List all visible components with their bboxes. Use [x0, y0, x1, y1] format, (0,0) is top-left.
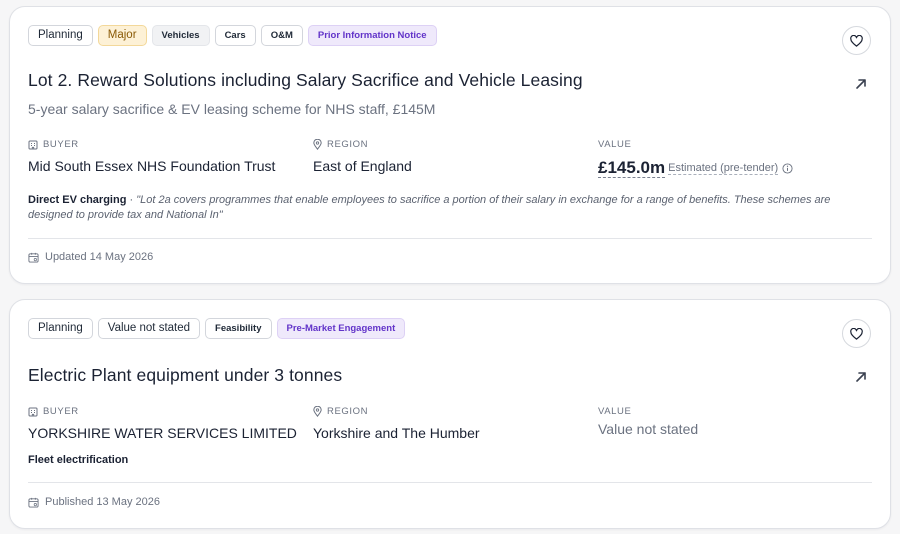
match-context: Direct EV charging · "Lot 2a covers prog…	[28, 193, 878, 223]
map-pin-icon	[313, 139, 322, 150]
card-footer: Updated 14 May 2026	[28, 251, 153, 263]
value-label: VALUE	[598, 139, 632, 150]
buyer-name: YORKSHIRE WATER SERVICES LIMITED	[28, 425, 297, 441]
favourite-button[interactable]	[842, 319, 871, 348]
calendar-icon	[28, 497, 39, 508]
heart-icon	[850, 327, 863, 340]
region-name: Yorkshire and The Humber	[313, 425, 480, 441]
card-divider	[28, 238, 872, 239]
category-tag: Vehicles	[151, 25, 210, 46]
open-link-button[interactable]	[854, 77, 868, 91]
context-separator: ·	[126, 194, 137, 206]
tender-card[interactable]: Planning Major Vehicles Cars O&M Prior I…	[9, 6, 891, 284]
region-label: REGION	[313, 139, 368, 150]
building-icon	[28, 140, 38, 149]
info-icon[interactable]	[782, 163, 793, 174]
map-pin-icon	[313, 406, 322, 417]
match-context: Fleet electrification	[28, 454, 129, 466]
heart-icon	[850, 34, 863, 47]
notice-type-tag: Pre-Market Engagement	[276, 318, 406, 339]
contract-value: Value not stated	[598, 421, 699, 437]
context-quote: "Lot 2a covers programmes that enable em…	[28, 194, 831, 221]
open-link-button[interactable]	[854, 370, 868, 384]
size-tag: Major	[97, 25, 147, 46]
buyer-name: Mid South Essex NHS Foundation Trust	[28, 158, 276, 174]
tender-subtitle: 5-year salary sacrifice & EV leasing sch…	[28, 101, 436, 117]
stage-tag: Planning	[28, 25, 93, 46]
context-label: Direct EV charging	[28, 194, 127, 206]
building-icon	[28, 407, 38, 416]
card-divider	[28, 482, 872, 483]
category-tag: Feasibility	[205, 318, 272, 339]
category-tag: Cars	[214, 25, 256, 46]
value-estimate-note[interactable]: Estimated (pre-tender)	[668, 162, 779, 175]
value-block: £145.0m Estimated (pre-tender)	[598, 159, 793, 178]
arrow-up-right-icon	[856, 372, 866, 382]
updated-date: Updated 14 May 2026	[45, 251, 154, 263]
favourite-button[interactable]	[842, 26, 871, 55]
stage-tag: Planning	[28, 318, 93, 339]
tender-title[interactable]: Lot 2. Reward Solutions including Salary…	[28, 70, 583, 91]
value-tag: Value not stated	[97, 318, 201, 339]
category-tag: O&M	[260, 25, 303, 46]
contract-value[interactable]: £145.0m	[598, 159, 666, 178]
value-label: VALUE	[598, 406, 632, 417]
notice-type-tag: Prior Information Notice	[307, 25, 437, 46]
card-footer: Published 13 May 2026	[28, 496, 160, 508]
calendar-icon	[28, 252, 39, 263]
buyer-label: BUYER	[28, 406, 79, 417]
tag-list: Planning Major Vehicles Cars O&M Prior I…	[28, 25, 437, 46]
region-name: East of England	[313, 158, 412, 174]
tender-title[interactable]: Electric Plant equipment under 3 tonnes	[28, 365, 342, 386]
tender-card[interactable]: Planning Value not stated Feasibility Pr…	[9, 299, 891, 529]
buyer-label: BUYER	[28, 139, 79, 150]
arrow-up-right-icon	[856, 79, 866, 89]
tag-list: Planning Value not stated Feasibility Pr…	[28, 318, 406, 339]
region-label: REGION	[313, 406, 368, 417]
published-date: Published 13 May 2026	[45, 496, 160, 508]
